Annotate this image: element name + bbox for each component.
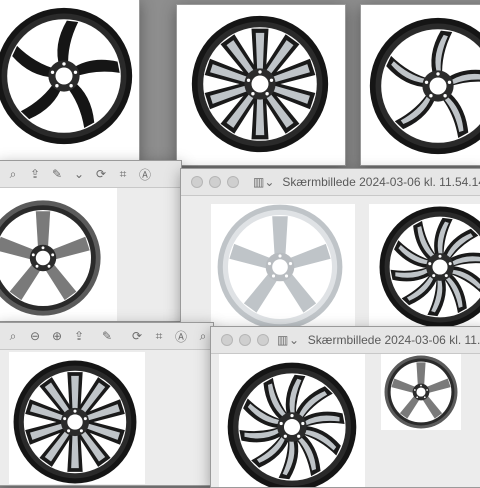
preview-window-bottom-left[interactable]: ⌕ ⊖ ⊕ ⇪ ✎ ⟳ ⌗ Ⓐ ⌕ bbox=[0, 322, 214, 486]
chevron-down-icon[interactable]: ⌄ bbox=[71, 166, 87, 182]
preview-window-mid-left[interactable]: ⌕ ⇪ ✎ ⌄ ⟳ ⌗ Ⓐ bbox=[0, 160, 182, 322]
wheel-turbine-black bbox=[227, 362, 357, 487]
preview-window-top-mid[interactable] bbox=[176, 4, 346, 166]
preview-window-mid-center[interactable]: ▥ ⌄ Skærmbillede 2024-03-06 kl. 11.54.14 bbox=[180, 168, 480, 334]
wheel-silver-5spoke bbox=[217, 204, 343, 330]
image-canvas bbox=[0, 0, 139, 161]
image-canvas bbox=[361, 5, 480, 165]
wheel-image bbox=[215, 202, 345, 332]
zoom-button[interactable] bbox=[257, 334, 269, 346]
wheel-image bbox=[0, 198, 103, 318]
close-button[interactable] bbox=[191, 176, 203, 188]
markup-icon[interactable]: ✎ bbox=[99, 328, 115, 344]
wheel-gunmetal-5spoke bbox=[0, 200, 101, 316]
chevron-down-icon[interactable]: ⌄ bbox=[264, 174, 274, 190]
image-canvas bbox=[211, 354, 480, 487]
image-canvas bbox=[177, 5, 345, 165]
window-toolbar: ⌕ ⇪ ✎ ⌄ ⟳ ⌗ Ⓐ bbox=[0, 161, 181, 188]
window-title: Skærmbillede 2024-03-06 kl. 11.54.14 bbox=[282, 175, 480, 189]
image-canvas bbox=[0, 350, 213, 485]
image-frame bbox=[369, 204, 480, 330]
annotate-icon[interactable]: Ⓐ bbox=[137, 166, 153, 182]
share-icon[interactable]: ⇪ bbox=[71, 328, 87, 344]
wheel-blade-5spoke bbox=[369, 17, 480, 155]
markup-icon[interactable]: ✎ bbox=[49, 166, 65, 182]
image-frame bbox=[381, 354, 461, 430]
wheel-thumbnail-gunmetal bbox=[384, 355, 458, 429]
image-frame bbox=[211, 204, 355, 330]
wheel-image bbox=[0, 5, 135, 147]
image-frame bbox=[9, 352, 145, 484]
crop-icon[interactable]: ⌗ bbox=[151, 328, 167, 344]
preview-window-top-left[interactable] bbox=[0, 0, 140, 162]
wheel-image bbox=[225, 360, 359, 487]
wheel-black-5spoke bbox=[0, 7, 133, 145]
sidebar-icon[interactable]: ▥ bbox=[277, 332, 288, 348]
window-toolbar: ⌕ ⊖ ⊕ ⇪ ✎ ⟳ ⌗ Ⓐ ⌕ bbox=[0, 323, 213, 350]
zoom-out-icon[interactable]: ⊖ bbox=[27, 328, 43, 344]
annotate-icon[interactable]: Ⓐ bbox=[173, 328, 189, 344]
image-canvas bbox=[0, 188, 117, 321]
minimize-button[interactable] bbox=[239, 334, 251, 346]
chevron-down-icon[interactable]: ⌄ bbox=[288, 332, 299, 348]
image-frame bbox=[219, 354, 365, 487]
wheel-image bbox=[377, 204, 480, 330]
preview-window-bottom-center[interactable]: ▥ ⌄ Skærmbillede 2024-03-06 kl. 11... bbox=[210, 326, 480, 488]
wheel-twist-10spoke bbox=[379, 206, 480, 328]
window-title: Skærmbillede 2024-03-06 kl. 11... bbox=[307, 333, 480, 347]
crop-icon[interactable]: ⌗ bbox=[115, 166, 131, 182]
window-titlebar: ▥ ⌄ Skærmbillede 2024-03-06 kl. 11... bbox=[211, 327, 480, 354]
sidebar-icon[interactable]: ▥ bbox=[253, 174, 264, 190]
image-canvas bbox=[181, 196, 480, 333]
search-icon[interactable]: ⌕ bbox=[195, 328, 211, 344]
rotate-icon[interactable]: ⟳ bbox=[93, 166, 109, 182]
window-titlebar: ▥ ⌄ Skærmbillede 2024-03-06 kl. 11.54.14 bbox=[181, 169, 480, 196]
wheel-image bbox=[367, 15, 480, 157]
search-icon[interactable]: ⌕ bbox=[5, 328, 21, 344]
zoom-in-icon[interactable]: ⊕ bbox=[49, 328, 65, 344]
minimize-button[interactable] bbox=[209, 176, 221, 188]
wheel-two-tone-10spoke bbox=[191, 15, 329, 153]
wheel-image bbox=[11, 358, 139, 485]
wheel-two-tone-split bbox=[13, 360, 137, 484]
share-icon[interactable]: ⇪ bbox=[27, 166, 43, 182]
rotate-icon[interactable]: ⟳ bbox=[129, 328, 145, 344]
close-button[interactable] bbox=[221, 334, 233, 346]
zoom-button[interactable] bbox=[227, 176, 239, 188]
wheel-image bbox=[189, 13, 331, 155]
search-icon[interactable]: ⌕ bbox=[5, 166, 21, 182]
preview-window-top-right[interactable] bbox=[360, 4, 480, 166]
wheel-image bbox=[383, 354, 459, 430]
